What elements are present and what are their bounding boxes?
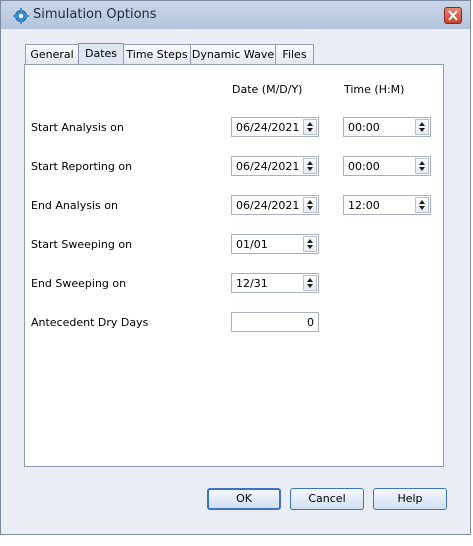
- start-sweeping-label: Start Sweeping on: [31, 238, 133, 251]
- antecedent-dry-days-label: Antecedent Dry Days: [31, 316, 149, 329]
- end-analysis-date-spinner[interactable]: [303, 197, 317, 213]
- ok-button[interactable]: OK: [207, 488, 281, 510]
- antecedent-dry-days-input[interactable]: [232, 313, 318, 331]
- tab-time-steps[interactable]: Time Steps: [123, 44, 191, 64]
- simulation-options-dialog: Simulation Options General Dates Time St…: [0, 0, 471, 535]
- spin-up-icon[interactable]: [419, 122, 425, 126]
- spin-up-icon[interactable]: [307, 278, 313, 282]
- tab-general[interactable]: General: [25, 44, 79, 64]
- time-column-header: Time (H:M): [344, 83, 405, 96]
- close-button[interactable]: [444, 7, 462, 24]
- end-sweeping-date-field[interactable]: 12/31: [231, 273, 319, 293]
- start-reporting-date-value: 06/24/2021: [236, 160, 300, 173]
- title-bar[interactable]: Simulation Options: [1, 1, 470, 29]
- close-icon: [448, 10, 458, 21]
- spin-up-icon[interactable]: [307, 200, 313, 204]
- start-sweeping-date-value: 01/01: [236, 238, 268, 251]
- end-analysis-date-field[interactable]: 06/24/2021: [231, 195, 319, 215]
- start-analysis-date-value: 06/24/2021: [236, 121, 300, 134]
- start-sweeping-date-spinner[interactable]: [303, 236, 317, 252]
- tab-dates[interactable]: Dates: [78, 43, 124, 64]
- window-title: Simulation Options: [33, 7, 157, 22]
- end-analysis-label: End Analysis on: [31, 199, 118, 212]
- cancel-button[interactable]: Cancel: [290, 488, 364, 510]
- start-sweeping-date-field[interactable]: 01/01: [231, 234, 319, 254]
- start-analysis-date-spinner[interactable]: [303, 119, 317, 135]
- start-analysis-time-field[interactable]: 00:00: [343, 117, 431, 137]
- end-analysis-date-value: 06/24/2021: [236, 199, 300, 212]
- end-analysis-time-spinner[interactable]: [415, 197, 429, 213]
- end-sweeping-label: End Sweeping on: [31, 277, 127, 290]
- start-reporting-time-value: 00:00: [348, 160, 380, 173]
- start-analysis-label: Start Analysis on: [31, 121, 124, 134]
- start-analysis-time-spinner[interactable]: [415, 119, 429, 135]
- date-column-header: Date (M/D/Y): [232, 83, 303, 96]
- start-analysis-date-field[interactable]: 06/24/2021: [231, 117, 319, 137]
- spin-up-icon[interactable]: [307, 239, 313, 243]
- tab-dynamic-wave[interactable]: Dynamic Wave: [190, 44, 276, 64]
- spin-down-icon[interactable]: [419, 167, 425, 171]
- antecedent-dry-days-field[interactable]: [231, 312, 319, 332]
- spin-down-icon[interactable]: [307, 284, 313, 288]
- start-reporting-date-field[interactable]: 06/24/2021: [231, 156, 319, 176]
- start-reporting-time-field[interactable]: 00:00: [343, 156, 431, 176]
- end-sweeping-date-spinner[interactable]: [303, 275, 317, 291]
- spin-down-icon[interactable]: [307, 167, 313, 171]
- simulation-gear-icon: [13, 8, 29, 24]
- spin-up-icon[interactable]: [419, 161, 425, 165]
- help-button[interactable]: Help: [373, 488, 447, 510]
- spin-up-icon[interactable]: [307, 122, 313, 126]
- end-analysis-time-field[interactable]: 12:00: [343, 195, 431, 215]
- end-analysis-time-value: 12:00: [348, 199, 380, 212]
- start-reporting-date-spinner[interactable]: [303, 158, 317, 174]
- start-reporting-label: Start Reporting on: [31, 160, 133, 173]
- start-reporting-time-spinner[interactable]: [415, 158, 429, 174]
- tab-files[interactable]: Files: [275, 44, 314, 64]
- spin-down-icon[interactable]: [419, 128, 425, 132]
- spin-down-icon[interactable]: [307, 206, 313, 210]
- spin-up-icon[interactable]: [307, 161, 313, 165]
- spin-down-icon[interactable]: [419, 206, 425, 210]
- end-sweeping-date-value: 12/31: [236, 277, 268, 290]
- spin-down-icon[interactable]: [307, 245, 313, 249]
- start-analysis-time-value: 00:00: [348, 121, 380, 134]
- spin-up-icon[interactable]: [419, 200, 425, 204]
- spin-down-icon[interactable]: [307, 128, 313, 132]
